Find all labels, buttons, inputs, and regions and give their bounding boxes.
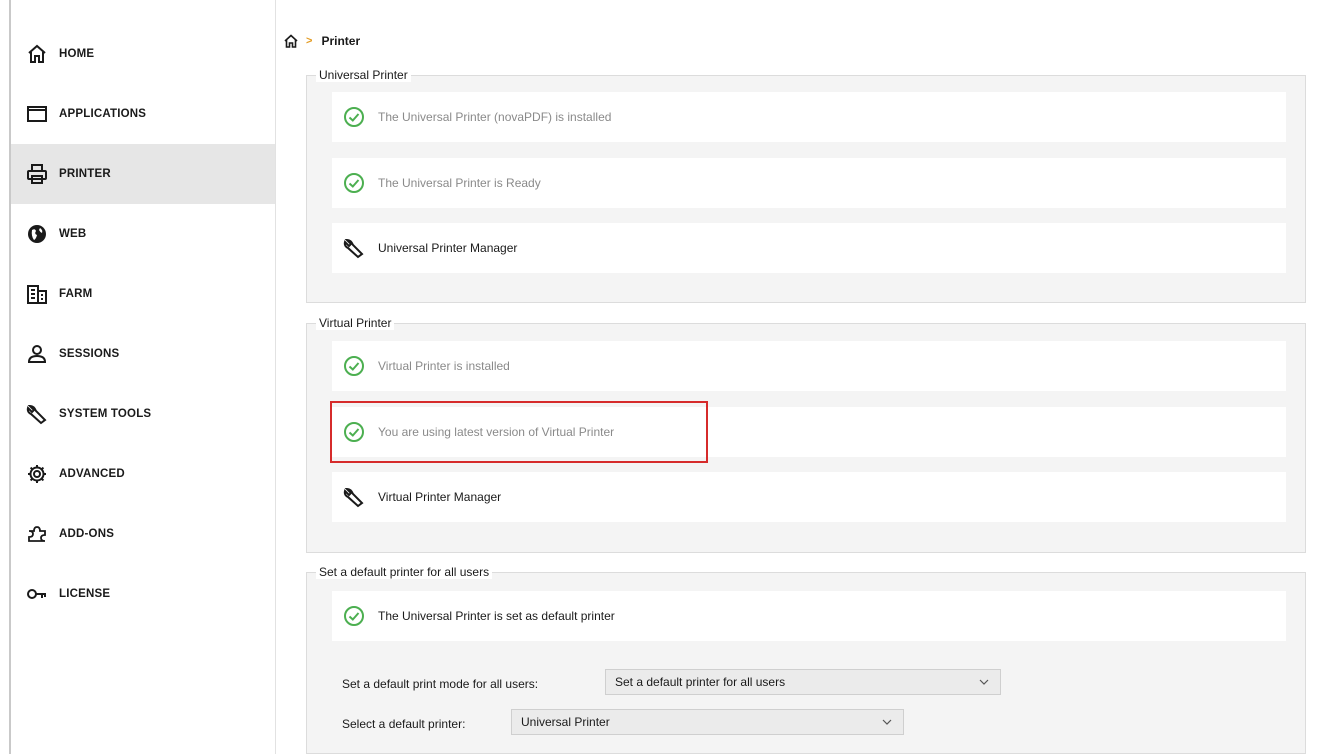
virtual-printer-installed-status: Virtual Printer is installed [332, 341, 1286, 391]
check-circle-icon [343, 355, 365, 377]
status-text: The Universal Printer is set as default … [378, 609, 615, 623]
universal-printer-manager-button[interactable]: Universal Printer Manager [332, 223, 1286, 273]
virtual-printer-group: Virtual Printer Virtual Printer is insta… [306, 316, 1306, 553]
wrench-icon [26, 403, 48, 425]
globe-icon [26, 223, 48, 245]
print-mode-value: Set a default printer for all users [615, 675, 786, 689]
wrench-icon [343, 486, 365, 508]
default-printer-status: The Universal Printer is set as default … [332, 591, 1286, 641]
sidebar-item-printer[interactable]: PRINTER [11, 144, 275, 204]
sidebar: HOME APPLICATIONS PRINTER WEB FARM SESSI… [11, 24, 275, 754]
sidebar-item-label: SYSTEM TOOLS [59, 408, 152, 420]
building-icon [26, 283, 48, 305]
check-circle-icon [343, 605, 365, 627]
manager-label: Virtual Printer Manager [378, 490, 502, 504]
breadcrumb-current: Printer [321, 34, 361, 48]
sidebar-item-label: SESSIONS [59, 348, 120, 360]
manager-label: Universal Printer Manager [378, 241, 518, 255]
sidebar-item-label: FARM [59, 288, 93, 300]
gear-icon [26, 463, 48, 485]
sidebar-item-label: PRINTER [59, 168, 111, 180]
status-text: The Universal Printer is Ready [378, 176, 541, 190]
window-icon [26, 103, 48, 125]
status-text: Virtual Printer is installed [378, 359, 510, 373]
print-mode-select[interactable]: Set a default printer for all users [605, 669, 1001, 695]
group-title: Universal Printer [316, 68, 411, 82]
check-circle-icon [343, 421, 365, 443]
virtual-printer-manager-button[interactable]: Virtual Printer Manager [332, 472, 1286, 522]
virtual-printer-latest-status: You are using latest version of Virtual … [332, 407, 1286, 457]
sidebar-item-applications[interactable]: APPLICATIONS [11, 84, 275, 144]
sidebar-item-label: LICENSE [59, 588, 111, 600]
puzzle-icon [26, 523, 48, 545]
user-icon [26, 343, 48, 365]
wrench-icon [343, 237, 365, 259]
sidebar-item-label: APPLICATIONS [59, 108, 147, 120]
sidebar-item-label: ADVANCED [59, 468, 125, 480]
sidebar-item-add-ons[interactable]: ADD-ONS [11, 504, 275, 564]
chevron-down-icon [881, 716, 893, 728]
chevron-down-icon [978, 676, 990, 688]
sidebar-item-home[interactable]: HOME [11, 24, 275, 84]
status-text: The Universal Printer (novaPDF) is insta… [378, 110, 612, 124]
sidebar-item-advanced[interactable]: ADVANCED [11, 444, 275, 504]
default-printer-select[interactable]: Universal Printer [511, 709, 904, 735]
status-text: You are using latest version of Virtual … [378, 425, 615, 439]
home-icon [26, 43, 48, 65]
printer-icon [26, 163, 48, 185]
universal-printer-group: Universal Printer The Universal Printer … [306, 68, 1306, 303]
sidebar-item-label: HOME [59, 48, 95, 60]
sidebar-item-system-tools[interactable]: SYSTEM TOOLS [11, 384, 275, 444]
sidebar-item-label: WEB [59, 228, 87, 240]
group-title: Virtual Printer [316, 316, 395, 330]
check-circle-icon [343, 172, 365, 194]
sidebar-item-license[interactable]: LICENSE [11, 564, 275, 624]
universal-printer-installed-status: The Universal Printer (novaPDF) is insta… [332, 92, 1286, 142]
group-title: Set a default printer for all users [316, 565, 493, 579]
print-mode-label: Set a default print mode for all users: [342, 677, 539, 691]
breadcrumb: > Printer [283, 33, 360, 49]
sidebar-item-label: ADD-ONS [59, 528, 115, 540]
sidebar-item-sessions[interactable]: SESSIONS [11, 324, 275, 384]
home-icon[interactable] [283, 33, 299, 49]
universal-printer-ready-status: The Universal Printer is Ready [332, 158, 1286, 208]
breadcrumb-separator: > [306, 35, 313, 47]
default-printer-label: Select a default printer: [342, 717, 466, 731]
default-printer-group: Set a default printer for all users The … [306, 565, 1306, 754]
check-circle-icon [343, 106, 365, 128]
key-icon [26, 583, 48, 605]
default-printer-value: Universal Printer [521, 715, 610, 729]
sidebar-item-web[interactable]: WEB [11, 204, 275, 264]
sidebar-item-farm[interactable]: FARM [11, 264, 275, 324]
content-divider [275, 0, 276, 754]
